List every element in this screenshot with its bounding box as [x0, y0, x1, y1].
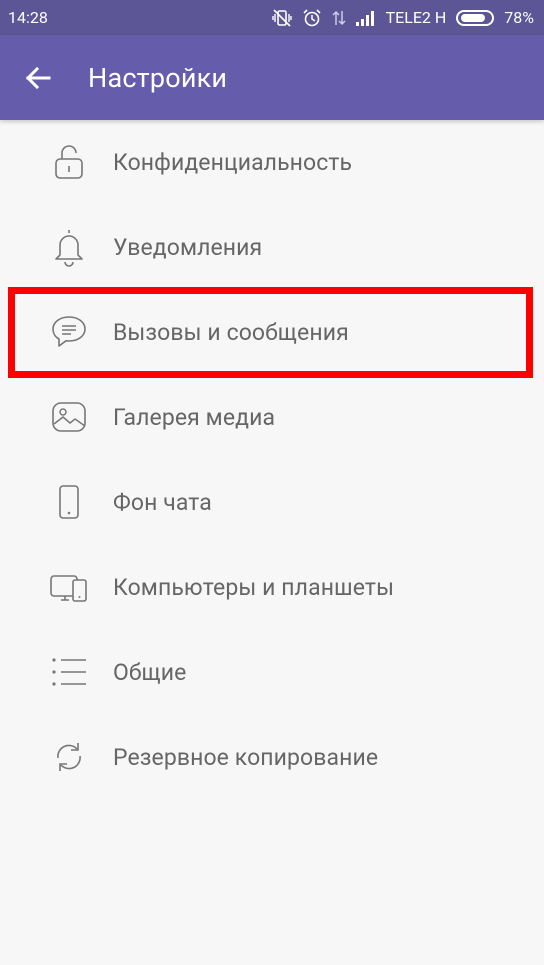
- arrow-back-icon: [25, 66, 51, 89]
- settings-item-privacy[interactable]: Конфиденциальность: [0, 120, 544, 205]
- alarm-icon: [302, 8, 322, 27]
- settings-item-label: Вызовы и сообщения: [113, 319, 349, 346]
- settings-list: Конфиденциальность Уведомления Вызовы и …: [0, 120, 544, 800]
- vibrate-off-icon: [271, 8, 292, 27]
- settings-item-calls-messages[interactable]: Вызовы и сообщения: [0, 290, 544, 375]
- settings-item-label: Уведомления: [113, 234, 263, 261]
- settings-item-media-gallery[interactable]: Галерея медиа: [0, 375, 544, 460]
- devices-icon: [49, 567, 89, 607]
- settings-item-chat-background[interactable]: Фон чата: [0, 460, 544, 545]
- chat-bubble-icon: [49, 312, 89, 352]
- settings-item-notifications[interactable]: Уведомления: [0, 205, 544, 290]
- sync-icon: [49, 737, 89, 777]
- bell-icon: [49, 227, 89, 267]
- status-icons: TELE2 H 78%: [271, 8, 534, 27]
- status-bar: 14:28 TELE2 H 78%: [0, 0, 544, 35]
- lock-icon: [49, 142, 89, 182]
- page-title: Настройки: [88, 61, 228, 94]
- battery-icon: [456, 9, 495, 26]
- app-bar: Настройки: [0, 35, 544, 120]
- settings-item-label: Компьютеры и планшеты: [113, 574, 395, 601]
- settings-item-label: Галерея медиа: [113, 404, 276, 431]
- settings-item-backup[interactable]: Резервное копирование: [0, 715, 544, 800]
- data-arrows-icon: [332, 9, 346, 27]
- gallery-icon: [49, 397, 89, 437]
- settings-item-general[interactable]: Общие: [0, 630, 544, 715]
- status-time: 14:28: [8, 8, 48, 27]
- signal-icon: [355, 10, 376, 26]
- settings-item-label: Общие: [113, 659, 187, 686]
- phone-icon: [49, 482, 89, 522]
- list-icon: [49, 652, 89, 692]
- settings-item-computers-tablets[interactable]: Компьютеры и планшеты: [0, 545, 544, 630]
- settings-item-label: Фон чата: [113, 489, 212, 516]
- carrier-label: TELE2 H: [385, 8, 447, 27]
- battery-percent: 78%: [504, 8, 534, 27]
- back-button[interactable]: [3, 35, 73, 120]
- settings-item-label: Конфиденциальность: [113, 149, 353, 176]
- settings-item-label: Резервное копирование: [113, 744, 379, 771]
